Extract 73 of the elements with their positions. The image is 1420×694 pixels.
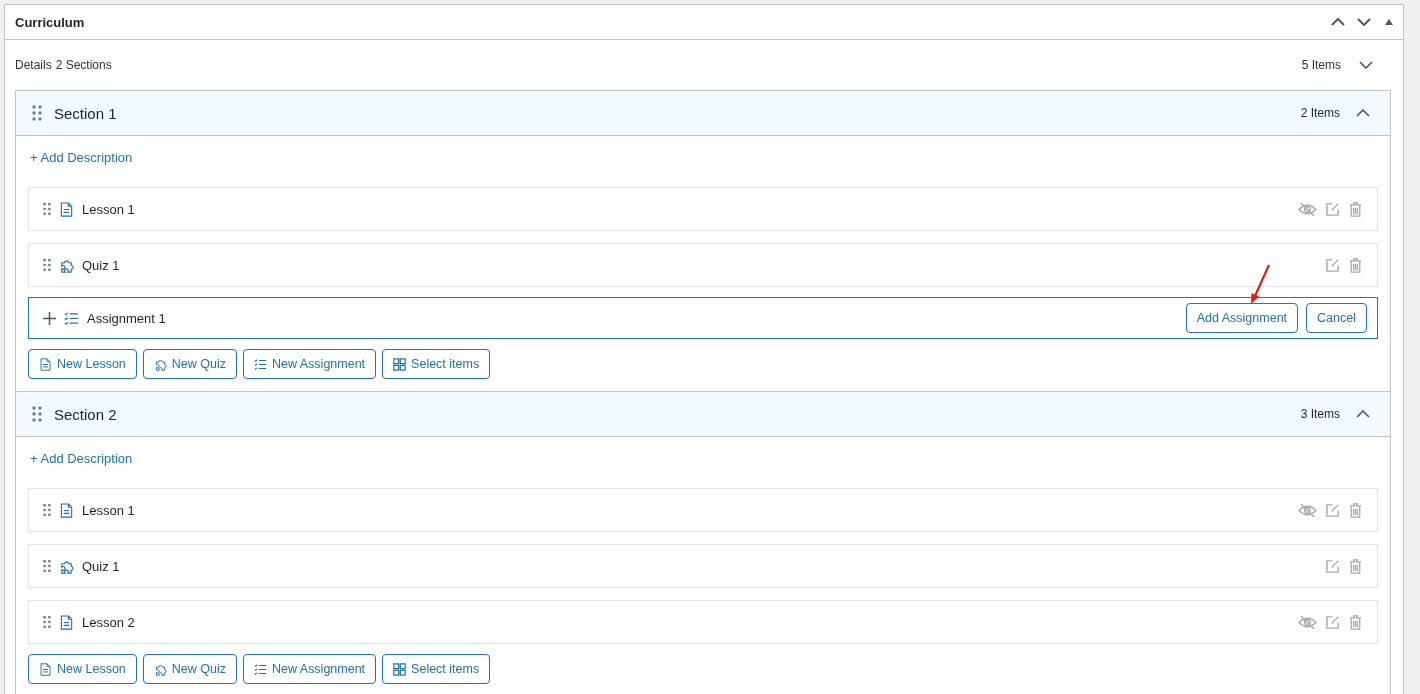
drag-handle-icon[interactable] [43, 615, 51, 629]
edit-icon[interactable] [1325, 257, 1340, 273]
annotation-arrow [1248, 264, 1272, 304]
add-assignment-button[interactable]: Add Assignment [1185, 303, 1299, 333]
new-item-button[interactable]: New Assignment [243, 349, 377, 379]
triangle-up-icon[interactable] [1385, 19, 1393, 25]
chevron-down-icon[interactable] [1359, 61, 1373, 69]
checklist-icon [254, 662, 267, 676]
item-title: Quiz 1 [82, 558, 120, 574]
select-items-button[interactable]: Select items [382, 654, 491, 684]
document-icon [59, 614, 74, 630]
chevron-up-icon[interactable] [1331, 18, 1345, 26]
document-icon [39, 357, 52, 371]
item-title: Quiz 1 [82, 257, 120, 273]
details-label: Details [15, 58, 52, 72]
item-title: Lesson 2 [82, 614, 135, 630]
new-item-button[interactable]: New Lesson [28, 349, 137, 379]
section-title: Section 2 [54, 405, 117, 423]
grid-icon [393, 357, 407, 371]
eye-slash-icon[interactable] [1298, 614, 1317, 630]
section-title: Section 1 [54, 104, 117, 122]
section-items-count: 2 Items [1300, 106, 1340, 120]
trash-icon[interactable] [1348, 558, 1363, 574]
curriculum-item[interactable]: Lesson 2 [28, 600, 1378, 644]
trash-icon[interactable] [1348, 257, 1363, 273]
add-description-link[interactable]: + Add Description [30, 451, 133, 466]
edit-icon[interactable] [1325, 502, 1340, 518]
select-items-button[interactable]: Select items [382, 349, 491, 379]
sections-count: 2 Sections [55, 58, 112, 72]
drag-handle-icon[interactable] [43, 258, 51, 272]
puzzle-icon [153, 662, 167, 676]
edit-icon[interactable] [1325, 614, 1340, 630]
edit-icon[interactable] [1325, 558, 1340, 574]
panel-title: Curriculum [15, 14, 86, 30]
items-count: 5 Items [1301, 58, 1341, 72]
document-icon [59, 201, 74, 217]
drag-handle-icon[interactable] [32, 105, 42, 121]
section-items-count: 3 Items [1300, 407, 1340, 421]
drag-handle-icon[interactable] [43, 503, 51, 517]
drag-handle-icon[interactable] [43, 559, 51, 573]
curriculum-item[interactable]: Lesson 1 [28, 187, 1378, 231]
curriculum-item[interactable]: Quiz 1 [28, 544, 1378, 588]
new-item-button[interactable]: New Quiz [142, 654, 237, 684]
new-item-button[interactable]: New Quiz [142, 349, 237, 379]
eye-slash-icon[interactable] [1298, 201, 1317, 217]
trash-icon[interactable] [1348, 201, 1363, 217]
cancel-button[interactable]: Cancel [1306, 303, 1367, 333]
puzzle-icon [153, 357, 167, 371]
new-item-button[interactable]: New Assignment [243, 654, 377, 684]
item-title: Lesson 1 [82, 502, 135, 518]
add-description-link[interactable]: + Add Description [30, 150, 133, 165]
grid-icon [393, 662, 407, 676]
checklist-icon [254, 357, 267, 371]
drag-handle-icon[interactable] [32, 406, 42, 422]
document-icon [39, 662, 52, 676]
item-title: Lesson 1 [82, 201, 135, 217]
eye-slash-icon[interactable] [1298, 502, 1317, 518]
new-item-field[interactable]: Assignment 1 Add Assignment Cancel [28, 297, 1378, 339]
chevron-up-icon[interactable] [1356, 410, 1370, 418]
trash-icon[interactable] [1348, 502, 1363, 518]
edit-icon[interactable] [1325, 201, 1340, 217]
document-icon [59, 502, 74, 518]
new-item-button[interactable]: New Lesson [28, 654, 137, 684]
checklist-icon [64, 310, 79, 326]
puzzle-icon [59, 558, 74, 574]
curriculum-item[interactable]: Lesson 1 [28, 488, 1378, 532]
chevron-down-icon[interactable] [1357, 18, 1371, 26]
trash-icon[interactable] [1348, 614, 1363, 630]
drag-handle-icon[interactable] [43, 202, 51, 216]
plus-icon [43, 311, 56, 325]
chevron-up-icon[interactable] [1356, 109, 1370, 117]
puzzle-icon [59, 257, 74, 273]
curriculum-item[interactable]: Quiz 1 [28, 243, 1378, 287]
